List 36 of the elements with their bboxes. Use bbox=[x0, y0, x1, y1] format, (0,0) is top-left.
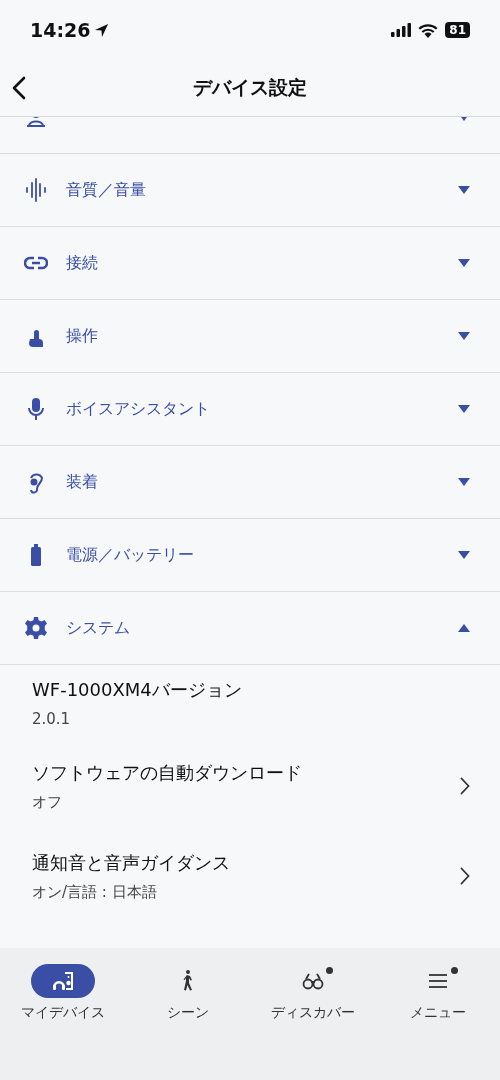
setting-value: オフ bbox=[32, 792, 63, 812]
section-label: システム bbox=[66, 617, 131, 639]
tab-bar-item[interactable]: ディスカバー bbox=[250, 964, 375, 1028]
tab-bar-item[interactable]: マイデバイス bbox=[0, 964, 125, 1028]
setting-title: ソフトウェアの自動ダウンロード bbox=[32, 760, 303, 785]
location-arrow-icon bbox=[94, 22, 110, 38]
tab-bar-item[interactable]: メニュー bbox=[375, 964, 500, 1028]
screen-title: デバイス設定 bbox=[193, 75, 307, 100]
chevron-right-icon bbox=[460, 777, 470, 795]
section-label: 接続 bbox=[66, 252, 99, 274]
setting-title: 通知音と音声ガイダンス bbox=[32, 850, 231, 875]
status-time: 14:26 bbox=[30, 19, 91, 41]
settings-section-row[interactable]: システム bbox=[0, 592, 500, 664]
signal-icon bbox=[391, 23, 412, 37]
settings-section-row[interactable]: 電源／バッテリー bbox=[0, 519, 500, 591]
settings-section-row[interactable]: 操作 bbox=[0, 300, 500, 372]
section-label: 装着 bbox=[66, 471, 99, 493]
tab-bar-item[interactable]: シーン bbox=[125, 964, 250, 1028]
settings-section-row[interactable]: 音質／音量 bbox=[0, 154, 500, 226]
section-label: 音質／音量 bbox=[66, 179, 147, 201]
setting-title: WF-1000XM4バージョン bbox=[32, 678, 243, 702]
chevron-right-icon bbox=[460, 867, 470, 885]
setting-value: オン/言語 : 日本語 bbox=[32, 882, 158, 902]
battery-indicator: 81 bbox=[445, 22, 470, 38]
section-label: 電源／バッテリー bbox=[66, 544, 195, 566]
back-button[interactable] bbox=[12, 76, 26, 100]
headphones-speaker-icon bbox=[50, 969, 75, 993]
section-label: ボイスアシスタント bbox=[66, 398, 211, 420]
settings-section-row[interactable]: 接続 bbox=[0, 227, 500, 299]
section-label: 操作 bbox=[66, 325, 99, 347]
settings-section-row[interactable]: ボイスアシスタント bbox=[0, 373, 500, 445]
settings-section-row[interactable]: 装着 bbox=[0, 446, 500, 518]
wifi-icon bbox=[418, 22, 439, 38]
gear-icon bbox=[24, 616, 48, 640]
setting-value: 2.0.1 bbox=[32, 710, 72, 728]
waveform-icon bbox=[24, 178, 48, 202]
